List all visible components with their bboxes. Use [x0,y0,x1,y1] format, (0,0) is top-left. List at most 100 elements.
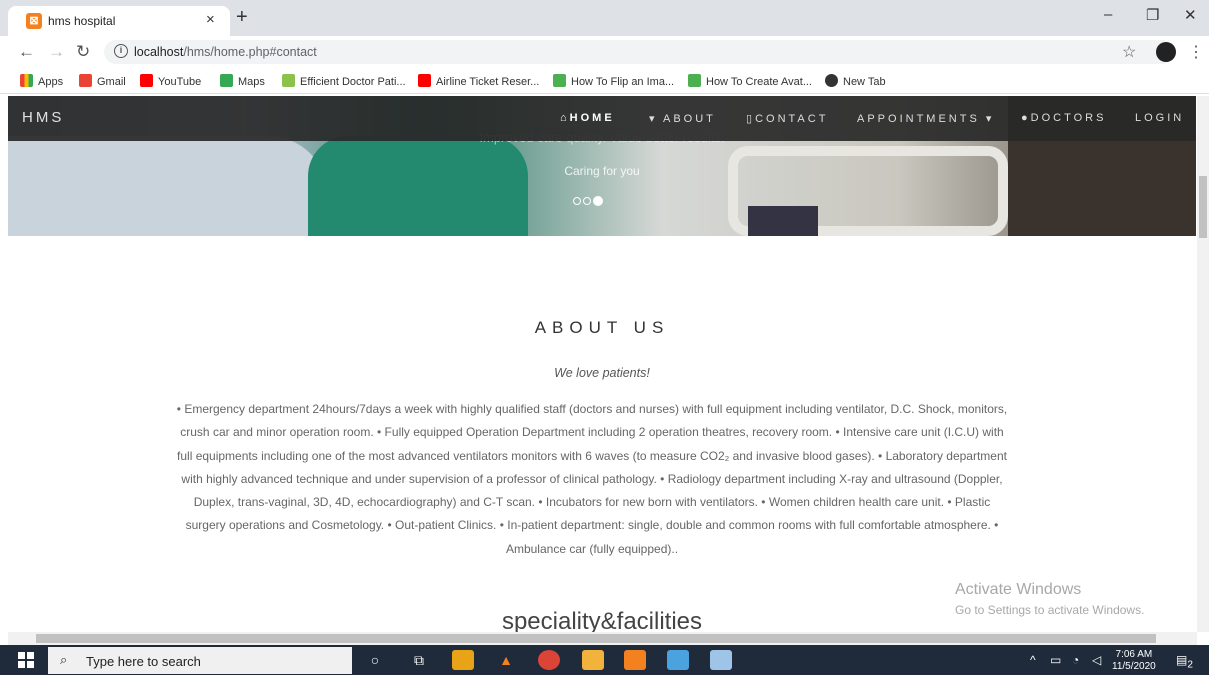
bookmark-label: How To Create Avat... [706,76,812,88]
horizontal-scroll-thumb[interactable] [36,634,1156,643]
nav-home-label: HOME [569,112,615,124]
bookmark-new-tab[interactable]: New Tab [825,74,886,88]
taskbar-clock[interactable]: 7:06 AM 11/5/2020 [1112,649,1156,673]
bookmark-apps[interactable]: Apps [20,74,63,88]
xampp-icon[interactable] [624,650,646,670]
site-brand[interactable]: HMS [22,109,64,126]
bookmark-label: Efficient Doctor Pati... [300,76,406,88]
carousel-dot[interactable] [583,197,591,205]
url-path: /hms/home.php#contact [183,45,317,59]
close-window-button[interactable]: ✕ [1184,6,1197,24]
nav-contact[interactable]: ▯CONTACT [746,112,828,125]
nav-login[interactable]: LOGIN [1135,112,1184,124]
nav-contact-label: CONTACT [755,113,829,125]
volume-icon[interactable]: ◁ [1092,653,1101,667]
nav-appointments[interactable]: APPOINTMENTS ▾ [857,112,994,125]
bookmark-gmail[interactable]: Gmail [79,74,126,88]
activate-windows-title: Activate Windows [955,581,1082,598]
gmail-icon [79,74,92,87]
bookmark-label: How To Flip an Ima... [571,76,675,88]
nav-home[interactable]: ⌂HOME [560,112,615,124]
browser-tab[interactable]: ⊠ hms hospital × [8,6,230,36]
task-view-icon[interactable]: ⧉ [408,650,430,670]
wikihow-icon [688,74,701,87]
search-icon: ⌕ [60,652,68,667]
cart-icon: ▾ [649,113,663,125]
wikihow-icon [553,74,566,87]
clock-date: 11/5/2020 [1112,661,1156,672]
bookmark-flip-image[interactable]: How To Flip an Ima... [553,74,674,88]
tab-close-icon[interactable]: × [206,11,215,28]
nav-about-label: ABOUT [662,113,716,125]
leaf-icon [282,74,295,87]
clock-time: 7:06 AM [1115,649,1153,660]
taskbar-search[interactable]: ⌕ Type here to search [48,647,352,674]
restore-button[interactable]: ❐ [1146,6,1159,24]
page-viewport: Improved care quality. Value better resu… [8,96,1196,632]
hero-image-gown [308,136,528,236]
maps-icon [220,74,233,87]
menu-kebab-icon[interactable]: ⋮ [1188,42,1204,62]
globe-icon [825,74,838,87]
vlc-icon[interactable]: ▲ [495,650,517,670]
user-icon: ● [1021,112,1031,124]
bookmark-maps[interactable]: Maps [220,74,265,88]
carousel-dot-active[interactable] [593,196,603,206]
reload-icon[interactable]: ↻ [76,42,90,62]
xampp-favicon-icon: ⊠ [26,13,42,29]
info-icon[interactable]: i [114,44,128,58]
vertical-scroll-thumb[interactable] [1199,176,1207,238]
apps-grid-icon [20,74,33,87]
bookmark-label: Airline Ticket Reser... [436,76,540,88]
site-navbar: HMS ⌂HOME ▾ ABOUT ▯CONTACT APPOINTMENTS … [8,96,1196,141]
hero-image-bed [8,136,328,236]
about-title: ABOUT US [534,318,670,337]
taskbar-search-placeholder: Type here to search [86,654,201,669]
minimize-button[interactable]: – [1104,6,1112,23]
bookmark-label: New Tab [843,76,886,88]
cortana-icon[interactable]: ○ [364,650,386,670]
notification-count: 2 [1187,659,1193,671]
bookmark-create-avatar[interactable]: How To Create Avat... [688,74,812,88]
chevron-up-icon[interactable]: ^ [1030,653,1036,667]
nav-login-label: LOGIN [1135,112,1185,124]
caret-down-icon: ▾ [979,113,995,125]
bookmark-star-icon[interactable]: ☆ [1122,42,1136,62]
nav-doctors[interactable]: ●DOCTORS [1021,112,1106,124]
battery-icon[interactable]: ▭ [1050,653,1061,667]
bookmark-label: Apps [38,76,64,88]
about-body: • Emergency department 24hours/7days a w… [176,402,1008,556]
bookmark-airline-ticket[interactable]: Airline Ticket Reser... [418,74,539,88]
phone-icon: ▯ [746,113,756,125]
store-icon[interactable] [582,650,604,670]
about-tagline: We love patients! [554,366,650,380]
back-arrow-icon[interactable]: ← [18,42,35,62]
hero-caption: Caring for you [564,164,640,178]
forward-arrow-icon[interactable]: → [48,42,65,62]
url-text: localhost/hms/home.php#contact [134,45,317,59]
wifi-icon[interactable]: ◔ [1072,653,1079,667]
new-tab-button[interactable]: + [236,6,248,29]
carousel-indicators [573,192,605,210]
activate-windows-subtitle: Go to Settings to activate Windows. [955,603,1145,617]
tab-title: hms hospital [48,14,116,28]
notepad-icon[interactable] [710,650,732,670]
hero-image-screen [748,206,818,236]
home-icon: ⌂ [560,112,570,124]
cube-app-icon[interactable] [667,650,689,670]
bookmark-efficient-doctor[interactable]: Efficient Doctor Pati... [282,74,406,88]
youtube-icon [140,74,153,87]
windows-start-icon[interactable] [18,652,34,668]
profile-avatar[interactable] [1156,42,1176,62]
file-explorer-icon[interactable] [452,650,474,670]
bookmark-youtube[interactable]: YouTube [140,74,201,88]
chrome-icon[interactable] [538,650,560,670]
bookmark-label: YouTube [158,76,202,88]
url-host: localhost [134,45,184,59]
notification-icon[interactable]: ▤2 [1176,653,1193,670]
bookmark-label: Gmail [97,76,126,88]
nav-about[interactable]: ▾ ABOUT [649,112,716,125]
bookmark-label: Maps [238,76,265,88]
carousel-dot[interactable] [573,197,581,205]
address-bar[interactable]: i localhost/hms/home.php#contact [104,40,1174,64]
